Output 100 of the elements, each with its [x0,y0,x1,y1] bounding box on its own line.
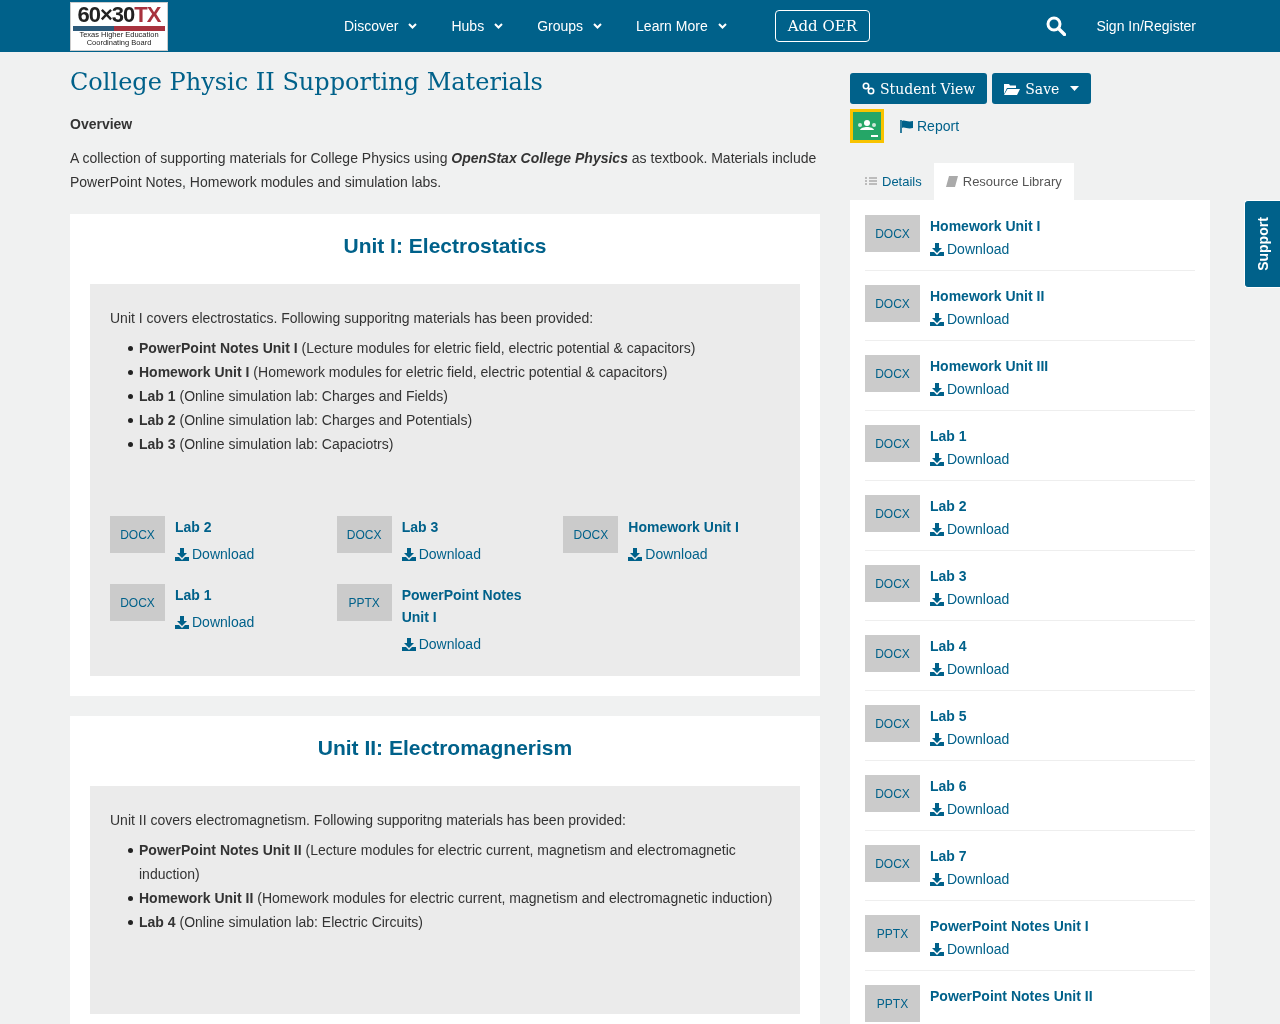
resource-title-link[interactable]: Homework Unit I [628,516,739,538]
report-link[interactable]: Report [900,118,960,134]
file-type-thumbnail: PPTX [865,985,920,1022]
download-link[interactable]: Download [930,941,1010,957]
download-link[interactable]: Download [175,542,255,566]
resource-title-link[interactable]: Lab 6 [930,775,1010,797]
page-title: College Physic II Supporting Materials [70,68,544,96]
download-link[interactable]: Download [930,731,1010,747]
file-type-thumbnail: DOCX [865,425,920,462]
material-list-item: Homework Unit II (Homework modules for electric current, magnetism and electromagnetic induction) [139,889,773,908]
search-icon[interactable] [1046,16,1067,36]
material-list-item: Lab 4 (Online simulation lab: Electric Circuits) [139,913,423,932]
resource-title-link[interactable]: Homework Unit III [930,355,1049,377]
resource-title-link[interactable]: PowerPoint Notes Unit I [401,584,542,628]
unit-intro: Unit II covers electromagnetism. Following supporitng materials has been provided: [110,811,627,830]
material-list-item: Lab 3 (Online simulation lab: Capaciotrs) [139,435,394,454]
file-type-thumbnail: DOCX [865,775,920,812]
file-type-thumbnail: DOCX [110,584,165,621]
resource-title-link[interactable]: Lab 4 [930,635,1010,657]
resource-title-link[interactable]: PowerPoint Notes Unit I [930,915,1089,937]
download-icon [175,547,189,561]
overview-heading: Overview [70,116,134,132]
support-tab[interactable]: Support [1244,200,1280,288]
download-icon [930,662,944,676]
file-type-thumbnail: DOCX [865,215,920,252]
download-icon [930,802,944,816]
download-link[interactable]: Download [401,542,481,566]
download-icon [628,547,643,561]
bullet-dot [128,418,133,423]
resource-title-link[interactable]: Lab 3 [401,516,481,538]
nav-menu-link[interactable]: Hubs [443,18,530,34]
sidebar-tab[interactable]: Resource Library [933,163,1074,200]
material-list-item: Lab 2 (Online simulation lab: Charges and Potentials) [139,411,473,430]
material-list-item: Lab 1 (Online simulation lab: Charges and Fields) [139,387,448,406]
save-button[interactable]: Save [992,73,1092,104]
resource-title-link[interactable]: Lab 1 [930,425,1010,447]
sign-in-link[interactable]: Sign In/Register [1096,18,1196,34]
student-view-button[interactable]: Student View [850,73,988,104]
bullet-dot [128,442,133,447]
download-link[interactable]: Download [930,381,1010,397]
resource-title-link[interactable]: Lab 2 [930,495,1010,517]
file-type-thumbnail: DOCX [865,845,920,882]
unit-heading: Unit I: Electrostatics [342,234,548,258]
file-type-thumbnail: PPTX [865,915,920,952]
material-list-item: Homework Unit I (Homework modules for eletric field, electric potential & capacitors) [139,363,668,382]
sidebar-tab[interactable]: Details [853,163,934,200]
list-icon [865,176,877,187]
bullet-dot [128,848,133,853]
download-link[interactable]: Download [930,871,1010,887]
folder-icon [1004,82,1021,95]
resource-title-link[interactable]: Lab 7 [930,845,1010,867]
file-type-thumbnail: DOCX [110,516,165,553]
resource-title-link[interactable]: PowerPoint Notes Unit II [930,985,1093,1007]
download-link[interactable]: Download [628,542,708,566]
bullet-dot [128,394,133,399]
file-type-thumbnail: DOCX [865,635,920,672]
nav-menu-link[interactable]: Discover [336,18,444,34]
unit-intro: Unit I covers electrostatics. Following supporitng materials has been provided: [110,309,595,328]
material-list-item: PowerPoint Notes Unit I (Lecture modules for eletric field, electric potential & capacitors) [139,339,696,358]
file-type-thumbnail: DOCX [865,705,920,742]
download-link[interactable]: Download [930,451,1010,467]
download-icon [401,637,416,651]
download-link[interactable]: Download [930,311,1010,327]
resource-title-link[interactable]: Lab 1 [175,584,255,606]
download-icon [930,872,944,886]
file-type-thumbnail: PPTX [336,584,392,621]
material-list-item: PowerPoint Notes Unit II (Lecture modules for electric current, magnetism and electromagnetic induction) [139,841,737,884]
nav-menu-link[interactable]: Groups [529,18,629,34]
download-link[interactable]: Download [175,610,255,634]
classroom-share-icon[interactable] [850,109,884,143]
download-icon [930,312,944,326]
file-type-thumbnail: DOCX [563,516,619,553]
download-link[interactable]: Download [401,632,481,656]
download-link[interactable]: Download [930,521,1010,537]
bullet-dot [128,920,133,925]
download-icon [930,942,944,956]
overview-text: A collection of supporting materials for College Physics using OpenStax College Physics as textbook. Materials include PowerPoint Notes, Homework modules and simulation labs. [70,149,818,192]
resource-title-link[interactable]: Lab 5 [930,705,1010,727]
download-icon [930,522,944,536]
resource-title-link[interactable]: Lab 3 [930,565,1010,587]
resource-title-link[interactable]: Homework Unit II [930,285,1045,307]
nav-menu-link[interactable]: Learn More [628,18,753,34]
add-oer-button[interactable]: Add OER [774,10,871,42]
download-icon [930,382,944,396]
download-icon [175,615,189,629]
download-icon [401,547,416,561]
resource-title-link[interactable]: Homework Unit I [930,215,1041,237]
unit-heading: Unit II: Electromagnerism [316,736,574,760]
bullet-dot [128,346,133,351]
resource-title-link[interactable]: Lab 2 [175,516,255,538]
download-link[interactable]: Download [930,661,1010,677]
download-icon [930,452,944,466]
download-link[interactable]: Download [930,241,1010,257]
bullet-dot [128,370,133,375]
download-link[interactable]: Download [930,591,1010,607]
caret-icon [1070,86,1080,91]
download-link[interactable]: Download [930,801,1010,817]
file-type-thumbnail: DOCX [865,565,920,602]
file-type-thumbnail: DOCX [865,285,920,322]
file-type-thumbnail: DOCX [865,495,920,532]
